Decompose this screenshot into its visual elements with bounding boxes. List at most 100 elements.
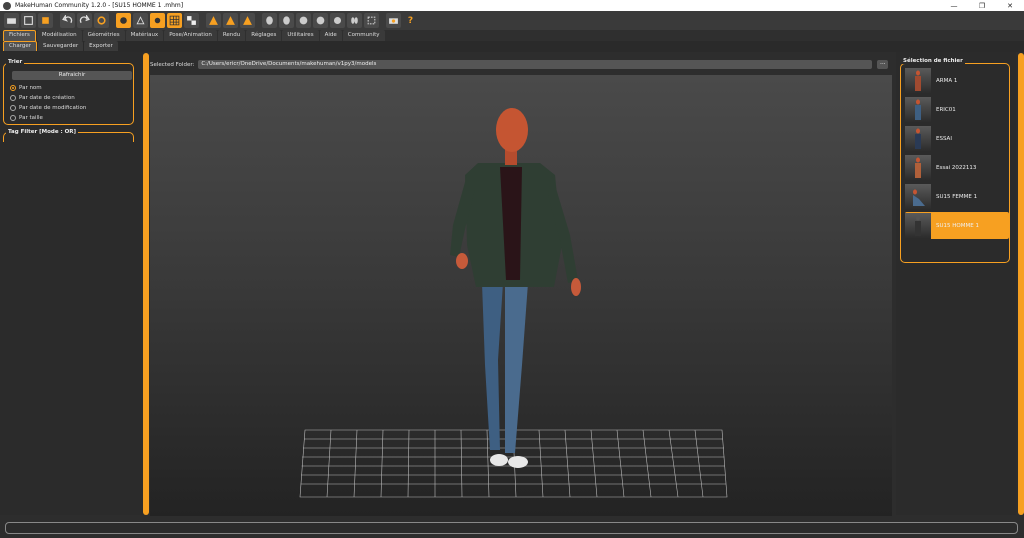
save-icon [24,16,33,25]
redo-button[interactable] [77,13,92,28]
maximize-button[interactable]: ❐ [968,0,996,11]
file-item[interactable]: SU15 FEMME 1 [905,183,1009,210]
side-view-button[interactable] [223,13,238,28]
file-selection-title: Sélection de fichier [901,58,965,64]
folder-label: Selected Folder: [150,61,195,68]
tag-filter-title: Tag Filter [Mode : OR] [6,129,79,135]
sub-tabs: Charger Sauvegarder Exporter [0,41,1024,52]
head-left-icon [299,16,308,25]
file-item[interactable]: ERIC01 [905,96,1009,123]
subtab-exporter[interactable]: Exporter [84,41,118,51]
tab-reglages[interactable]: Réglages [246,30,282,41]
help-icon: ? [407,15,414,26]
tab-utilitaires[interactable]: Utilitaires [282,30,319,41]
camera-right-button[interactable] [313,13,328,28]
smooth-icon [120,17,127,24]
wireframe-icon [136,16,145,25]
tab-geometries[interactable]: Géométries [82,30,125,41]
file-selection-list: Sélection de fichier ARMA 1 ERIC01 ESSAI… [900,58,1010,263]
top-view-button[interactable] [240,13,255,28]
front-view-button[interactable] [206,13,221,28]
radio-icon [10,114,16,121]
sort-title: Trier [6,59,25,65]
minimize-button[interactable]: — [940,0,968,11]
sort-by-creation-date[interactable]: Par date de création [10,93,75,102]
status-bar [5,522,1018,534]
tab-materiaux[interactable]: Matériaux [125,30,164,41]
tab-pose-animation[interactable]: Pose/Animation [164,30,217,41]
checker-button[interactable] [184,13,199,28]
undo-icon [62,15,73,24]
reset-button[interactable] [94,13,109,28]
sort-option-label: Par taille [19,114,43,121]
file-item-selected[interactable]: SU15 HOMME 1 [905,212,1009,239]
right-panel: Sélection de fichier ARMA 1 ERIC01 ESSAI… [896,52,1016,515]
file-label: ARMA 1 [936,77,958,84]
tab-fichiers[interactable]: Fichiers [3,30,36,41]
tab-aide[interactable]: Aide [319,30,342,41]
subtab-charger[interactable]: Charger [3,41,37,51]
camera-left-button[interactable] [296,13,311,28]
grid-icon [169,15,180,26]
smooth-button[interactable] [116,13,131,28]
camera-bottom-button[interactable] [347,13,362,28]
model-thumbnail [905,183,931,210]
right-slider-bar[interactable] [1018,53,1024,515]
radio-icon [10,94,16,101]
sort-option-label: Par date de modification [19,104,87,111]
tab-rendu[interactable]: Rendu [217,30,246,41]
left-slider-bar[interactable] [143,53,149,515]
sort-by-modification-date[interactable]: Par date de modification [10,103,86,112]
front-view-icon [209,16,218,25]
file-item[interactable]: ESSAI [905,125,1009,152]
sort-by-name[interactable]: Par nom [10,83,42,92]
camera-back-button[interactable] [279,13,294,28]
help-button[interactable]: ? [403,13,418,28]
file-item[interactable]: Essai 2022113 [905,154,1009,181]
screenshot-button[interactable] [386,13,401,28]
browse-folder-button[interactable]: ... [877,60,889,69]
file-load-button[interactable] [4,13,19,28]
model-thumbnail [905,125,931,152]
folder-row: Selected Folder: C:/Users/ericr/OneDrive… [150,59,890,70]
model-thumbnail [905,212,931,239]
tag-filter-group: Tag Filter [Mode : OR] [3,129,134,142]
tab-modelisation[interactable]: Modélisation [36,30,82,41]
file-item[interactable]: ARMA 1 [905,67,1009,94]
file-label: SU15 FEMME 1 [936,193,978,200]
reset-camera-button[interactable] [364,13,379,28]
head-icon [266,16,273,25]
grid-button[interactable] [167,13,182,28]
model-thumbnail [905,67,931,94]
human-torso [450,163,581,296]
undo-button[interactable] [60,13,75,28]
human-head [496,108,528,165]
subtab-sauvegarder[interactable]: Sauvegarder [38,41,84,51]
close-button[interactable]: ✕ [996,0,1024,11]
redo-icon [79,15,90,24]
file-save-button[interactable] [21,13,36,28]
tab-community[interactable]: Community [342,30,385,41]
radio-checked-icon [10,84,16,91]
app-logo-icon [3,1,11,10]
sort-by-size[interactable]: Par taille [10,113,43,122]
sun-icon [154,17,161,24]
head-right-icon [316,16,325,25]
folder-icon [7,18,16,24]
sort-group: Trier Rafraichir Par nom Par date de cré… [3,59,134,125]
file-export-button[interactable] [38,13,53,28]
wireframe-button[interactable] [133,13,148,28]
refresh-button[interactable]: Rafraichir [12,71,132,80]
head-back-icon [283,16,290,25]
human-model-scene [299,108,728,498]
title-bar: MakeHuman Community 1.2.0 - [SU15 HOMME … [0,0,1024,11]
3d-viewport[interactable] [150,75,892,516]
camera-top-button[interactable] [330,13,345,28]
folder-path-field[interactable]: C:/Users/ericr/OneDrive/Documents/makehu… [198,60,873,69]
model-thumbnail [905,96,931,123]
file-label: ERIC01 [936,106,956,113]
background-button[interactable] [150,13,165,28]
head-top-icon [333,16,342,25]
camera-front-button[interactable] [262,13,277,28]
left-panel: Trier Rafraichir Par nom Par date de cré… [0,52,143,515]
